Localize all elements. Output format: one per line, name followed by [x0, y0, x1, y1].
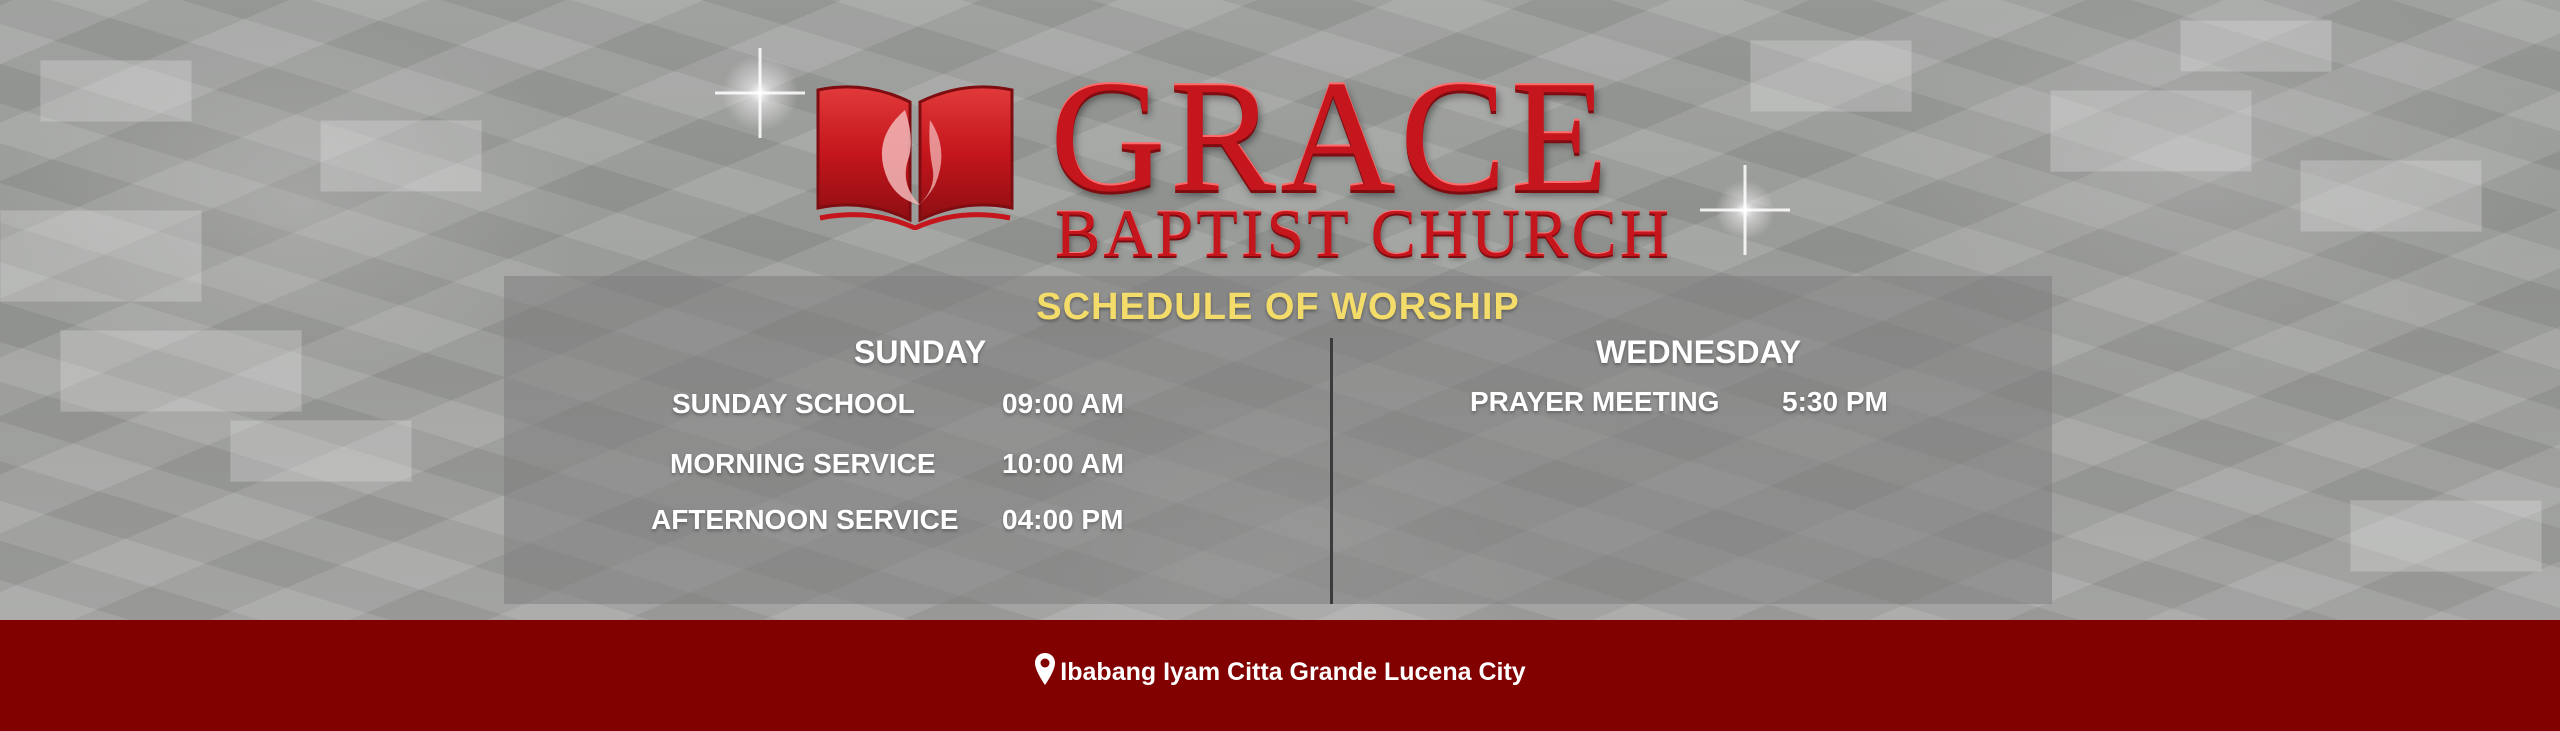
column-divider	[1330, 338, 1333, 604]
logo-title: GRACE	[1050, 47, 1613, 225]
sunday-heading: SUNDAY	[854, 334, 987, 370]
logo-subtitle: BAPTIST CHURCH	[1055, 195, 1672, 271]
open-bible-flame-icon	[816, 85, 1014, 230]
schedule-title: SCHEDULE OF WORSHIP	[1036, 286, 1520, 328]
morning-service-time: 10:00 AM	[1002, 448, 1124, 479]
prayer-meeting-label: PRAYER MEETING	[1470, 386, 1720, 417]
afternoon-service-label: AFTERNOON SERVICE	[651, 504, 959, 535]
address-line: Ibabang Iyam Citta Grande Lucena City	[0, 652, 2560, 687]
church-logo: GRACE BAPTIST CHURCH	[810, 56, 1710, 268]
afternoon-service-time: 04:00 PM	[1002, 504, 1124, 535]
prayer-meeting-time: 5:30 PM	[1782, 386, 1888, 417]
sparkle-decoration	[715, 48, 805, 138]
map-pin-icon	[1035, 653, 1056, 685]
footer-bar: Ibabang Iyam Citta Grande Lucena City	[0, 620, 2560, 731]
schedule-panel: SCHEDULE OF WORSHIP SUNDAY SUNDAY SCHOOL…	[504, 276, 2052, 604]
morning-service-label: MORNING SERVICE	[670, 448, 936, 479]
sunday-school-time: 09:00 AM	[1002, 388, 1124, 419]
sparkle-decoration	[1710, 175, 1780, 245]
address-text: Ibabang Iyam Citta Grande Lucena City	[1060, 658, 1526, 686]
sunday-school-label: SUNDAY SCHOOL	[672, 388, 915, 419]
wednesday-heading: WEDNESDAY	[1596, 334, 1802, 370]
